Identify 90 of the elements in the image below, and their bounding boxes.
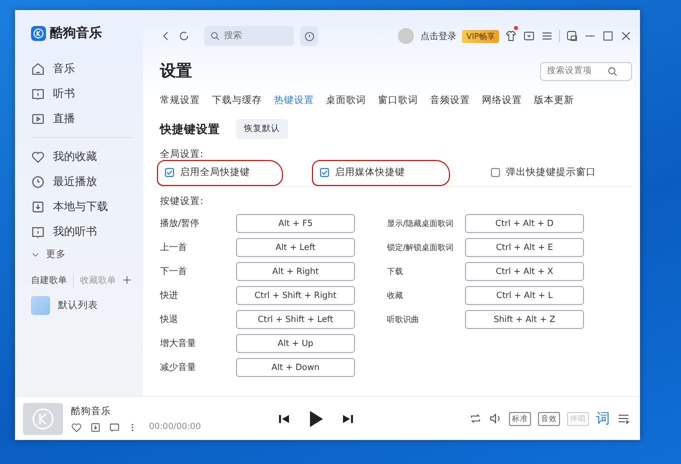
shirt-icon[interactable]	[505, 30, 517, 42]
option-label: 启用媒体快捷键	[335, 166, 405, 178]
action-label: 增大音量	[160, 338, 197, 350]
play-icon[interactable]	[309, 410, 323, 426]
checkbox[interactable]	[320, 168, 329, 176]
app-name: 酷狗音乐	[50, 24, 102, 42]
album-cover-icon	[23, 402, 63, 434]
settings-tab[interactable]: 下载与缓存	[212, 94, 262, 106]
sidebar-item[interactable]: 我的听书	[31, 219, 143, 244]
hotkey-field[interactable]: Alt + Right	[236, 262, 355, 281]
hotkey-field[interactable]: Ctrl + Shift + Left	[236, 310, 355, 329]
menu-icon[interactable]	[541, 30, 553, 42]
hotkey-field[interactable]: Alt + Down	[236, 358, 355, 377]
reset-button[interactable]: 恢复默认	[236, 119, 288, 139]
volume-icon[interactable]	[489, 412, 502, 425]
checkbox[interactable]	[165, 168, 174, 176]
section-title: 快捷键设置	[160, 122, 220, 136]
sidebar-item[interactable]: 听书	[31, 81, 143, 106]
mini-mode-icon[interactable]	[566, 30, 578, 42]
action-label: 显示/隐藏桌面歌词	[387, 218, 455, 229]
playlist-icon[interactable]	[617, 412, 630, 425]
song-title: 酷狗音乐	[71, 404, 112, 418]
settings-search-box[interactable]: 搜索设置项	[540, 62, 632, 80]
settings-tab[interactable]: 版本更新	[534, 94, 574, 106]
group-label: 全局设置:	[160, 148, 204, 161]
search-icon[interactable]	[607, 66, 618, 76]
maximize-icon[interactable]	[602, 30, 614, 42]
tv-icon[interactable]	[31, 112, 45, 126]
heart-icon[interactable]	[71, 422, 82, 432]
hotkey-field[interactable]: Ctrl + Alt + E	[465, 238, 584, 257]
playback-time: 00:00/00:00	[149, 422, 201, 432]
sidebar-item[interactable]: 本地与下载	[31, 194, 143, 219]
settings-tab[interactable]: 音频设置	[430, 94, 470, 106]
lyrics-button[interactable]: 词	[596, 410, 610, 428]
plus-icon[interactable]	[122, 275, 132, 285]
vip-badge[interactable]: VIP畅享	[462, 30, 499, 42]
action-label: 减少音量	[160, 362, 197, 374]
close-icon[interactable]	[620, 30, 632, 42]
action-label: 快进	[160, 290, 179, 302]
settings-tab[interactable]: 网络设置	[482, 94, 522, 106]
action-label: 快退	[160, 314, 179, 326]
action-label: 锁定/解锁桌面歌词	[387, 242, 455, 253]
action-label: 听歌识曲	[387, 314, 420, 325]
hotkey-field[interactable]: Ctrl + Alt + L	[465, 286, 584, 305]
playlist-tab[interactable]: 自建歌单	[31, 272, 73, 288]
settings-tab[interactable]: 常规设置	[160, 94, 200, 106]
next-icon[interactable]	[343, 414, 353, 424]
sidebar-item[interactable]: 最近播放	[31, 169, 143, 194]
hotkey-field[interactable]: Alt + F5	[236, 214, 355, 233]
option-label: 弹出快捷键提示窗口	[506, 166, 596, 178]
hotkey-field[interactable]: Alt + Up	[236, 334, 355, 353]
page-title: 设置	[160, 60, 192, 82]
sidebar-item[interactable]: 音乐	[31, 56, 143, 81]
playlist-cover-icon	[31, 296, 50, 315]
repeat-icon[interactable]	[469, 412, 482, 425]
hotkey-field[interactable]: Alt + Left	[236, 238, 355, 257]
playlist-item[interactable]: 默认列表	[31, 296, 143, 315]
action-label: 收藏	[387, 290, 404, 301]
action-label: 播放/暂停	[160, 218, 200, 230]
settings-tab[interactable]: 桌面歌词	[326, 94, 366, 106]
search-icon[interactable]	[210, 31, 220, 41]
option-label: 启用全局快捷键	[180, 166, 250, 178]
book-icon[interactable]	[31, 224, 45, 238]
action-label: 下载	[387, 266, 404, 277]
sidebar-item[interactable]: 我的收藏	[31, 144, 143, 169]
hotkey-field[interactable]: Ctrl + Alt + X	[465, 262, 584, 281]
home-icon[interactable]	[31, 62, 45, 76]
message-icon[interactable]	[523, 30, 535, 42]
hotkey-field[interactable]: Ctrl + Alt + D	[465, 214, 584, 233]
book-icon[interactable]	[31, 86, 45, 100]
sidebar-item[interactable]: 直播	[31, 106, 143, 131]
more-toggle[interactable]: 更多	[31, 244, 143, 264]
refresh-icon[interactable]	[178, 30, 190, 42]
download-icon[interactable]	[90, 422, 101, 432]
hotkey-field[interactable]: Shift + Alt + Z	[465, 310, 584, 329]
group-label: 按键设置:	[160, 195, 204, 208]
hotkey-field[interactable]: Ctrl + Shift + Right	[236, 286, 355, 305]
clock-icon[interactable]	[31, 174, 45, 188]
checkbox[interactable]	[491, 168, 500, 176]
voice-search-icon[interactable]	[304, 30, 314, 42]
action-label: 上一首	[160, 242, 188, 254]
settings-tab[interactable]: 窗口歌词	[378, 94, 418, 106]
settings-tab[interactable]: 热键设置	[274, 94, 314, 106]
action-label: 下一首	[160, 266, 188, 278]
heart-icon[interactable]	[31, 150, 45, 164]
download-icon[interactable]	[31, 200, 45, 214]
previous-icon[interactable]	[279, 414, 289, 424]
comment-icon[interactable]	[109, 422, 120, 432]
login-link[interactable]: 点击登录	[420, 30, 456, 42]
logo-icon	[31, 26, 46, 40]
